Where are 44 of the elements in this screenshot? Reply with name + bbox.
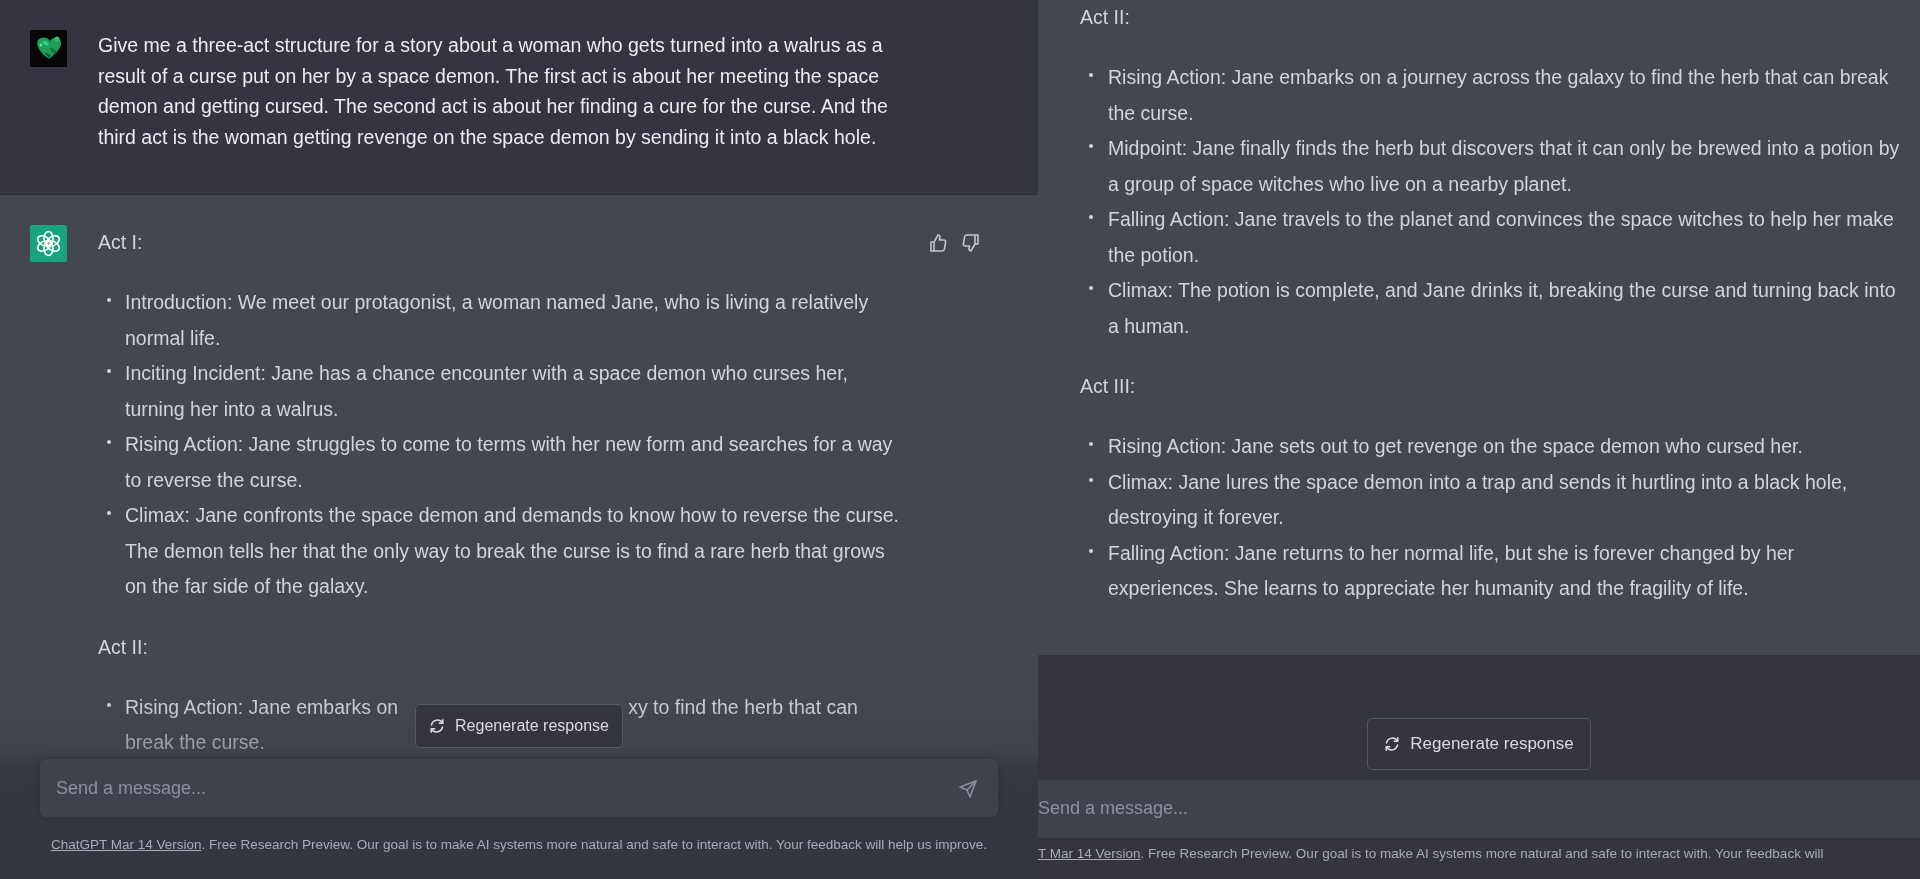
avatar-icon bbox=[30, 225, 67, 262]
bullet-icon bbox=[1089, 286, 1093, 290]
bullet-icon bbox=[1089, 442, 1093, 446]
list-item-text: Falling Action: Jane returns to her normal life, but she is forever changed by her experiences. She learns to appreciate her humanity and the fragility of life. bbox=[1108, 540, 1796, 601]
footer-note: T Mar 14 Version. Free Research Preview. Our goal is to make AI systems more natural and safe to interact with. Your feedback will bbox=[1038, 844, 1825, 863]
footer-note: ChatGPT Mar 14 Version. Free Research Preview. Our goal is to make AI systems more natural and safe to interact with. Your feedback will help us improve. bbox=[50, 836, 988, 854]
bullet-icon bbox=[107, 298, 111, 302]
thumbs-down-icon[interactable] bbox=[961, 233, 981, 253]
bullet-icon bbox=[1089, 477, 1093, 482]
section-heading: Act I: bbox=[98, 230, 144, 255]
list-item-text: Rising Action: Jane embarks on a journey across the galaxy to find the herb that can break the curse. bbox=[1108, 65, 1890, 126]
list-item-text: xy to find the herb that can bbox=[628, 694, 858, 720]
refresh-icon bbox=[1384, 735, 1401, 752]
list-item-text: Inciting Incident: Jane has a chance encounter with a space demon who curses her, turning her into a walrus. bbox=[125, 361, 850, 422]
bullet-icon bbox=[1089, 73, 1093, 77]
bullet-icon bbox=[107, 369, 111, 373]
list-item-text: Rising Action: Jane sets out to get revenge on the space demon who cursed her. bbox=[1108, 434, 1804, 459]
list-item-text: Climax: Jane confronts the space demon and demands to know how to reverse the curse. The demon tells her that the only way to break the curse is to find a rare herb that grows on the far side of the galaxy. bbox=[125, 503, 900, 599]
message-input[interactable]: Send a message... bbox=[1038, 779, 1920, 838]
list-item-text: Climax: Jane lures the space demon into a trap and sends it hurtling into a black hole, destroying it forever. bbox=[1108, 469, 1849, 530]
bullet-icon bbox=[1089, 144, 1093, 148]
bullet-icon bbox=[1089, 215, 1093, 219]
section-heading: Act III: bbox=[1080, 374, 1137, 399]
list-item-text: Climax: The potion is complete, and Jane drinks it, breaking the curse and turning back into a human. bbox=[1108, 278, 1897, 339]
bullet-icon bbox=[1089, 548, 1093, 553]
refresh-icon bbox=[429, 718, 446, 734]
bullet-icon bbox=[107, 440, 111, 444]
list-item-text: Introduction: We meet our protagonist, a woman named Jane, who is living a relatively normal life. bbox=[125, 290, 870, 351]
regenerate-button[interactable]: Regenerate response bbox=[1367, 718, 1591, 770]
regenerate-button[interactable]: Regenerate response bbox=[415, 704, 623, 748]
message-input[interactable]: Send a message... bbox=[40, 759, 998, 817]
list-item-text: Falling Action: Jane travels to the planet and convinces the space witches to help her make the potion. bbox=[1108, 207, 1895, 268]
bullet-icon bbox=[107, 702, 111, 707]
section-heading: Act II: bbox=[1080, 5, 1131, 30]
list-item-text: Rising Action: Jane embarks on bbox=[125, 694, 399, 720]
list-item-text: break the curse. bbox=[125, 730, 265, 755]
section-heading: Act II: bbox=[98, 634, 149, 660]
version-link[interactable]: T Mar 14 Version bbox=[1038, 845, 1141, 861]
bullet-icon bbox=[107, 511, 111, 515]
send-icon[interactable] bbox=[958, 779, 978, 799]
message-text: Give me a three-act structure for a story about a woman who gets turned into a walrus as a result of a curse put on her by a space demon. The first act is about her meeting the space demon and getting cursed. The second act is about her finding a cure for the curse. And the third act is the woman getting revenge on the space demon by sending it into a black hole. bbox=[98, 33, 889, 150]
list-item-text: Midpoint: Jane finally finds the herb but discovers that it can only be brewed into a potion by a group of space witches who live on a nearby planet. bbox=[1108, 136, 1900, 197]
thumbs-up-icon[interactable] bbox=[928, 233, 948, 253]
list-item-text: Rising Action: Jane struggles to come to terms with her new form and searches for a way to reverse the curse. bbox=[125, 432, 894, 493]
